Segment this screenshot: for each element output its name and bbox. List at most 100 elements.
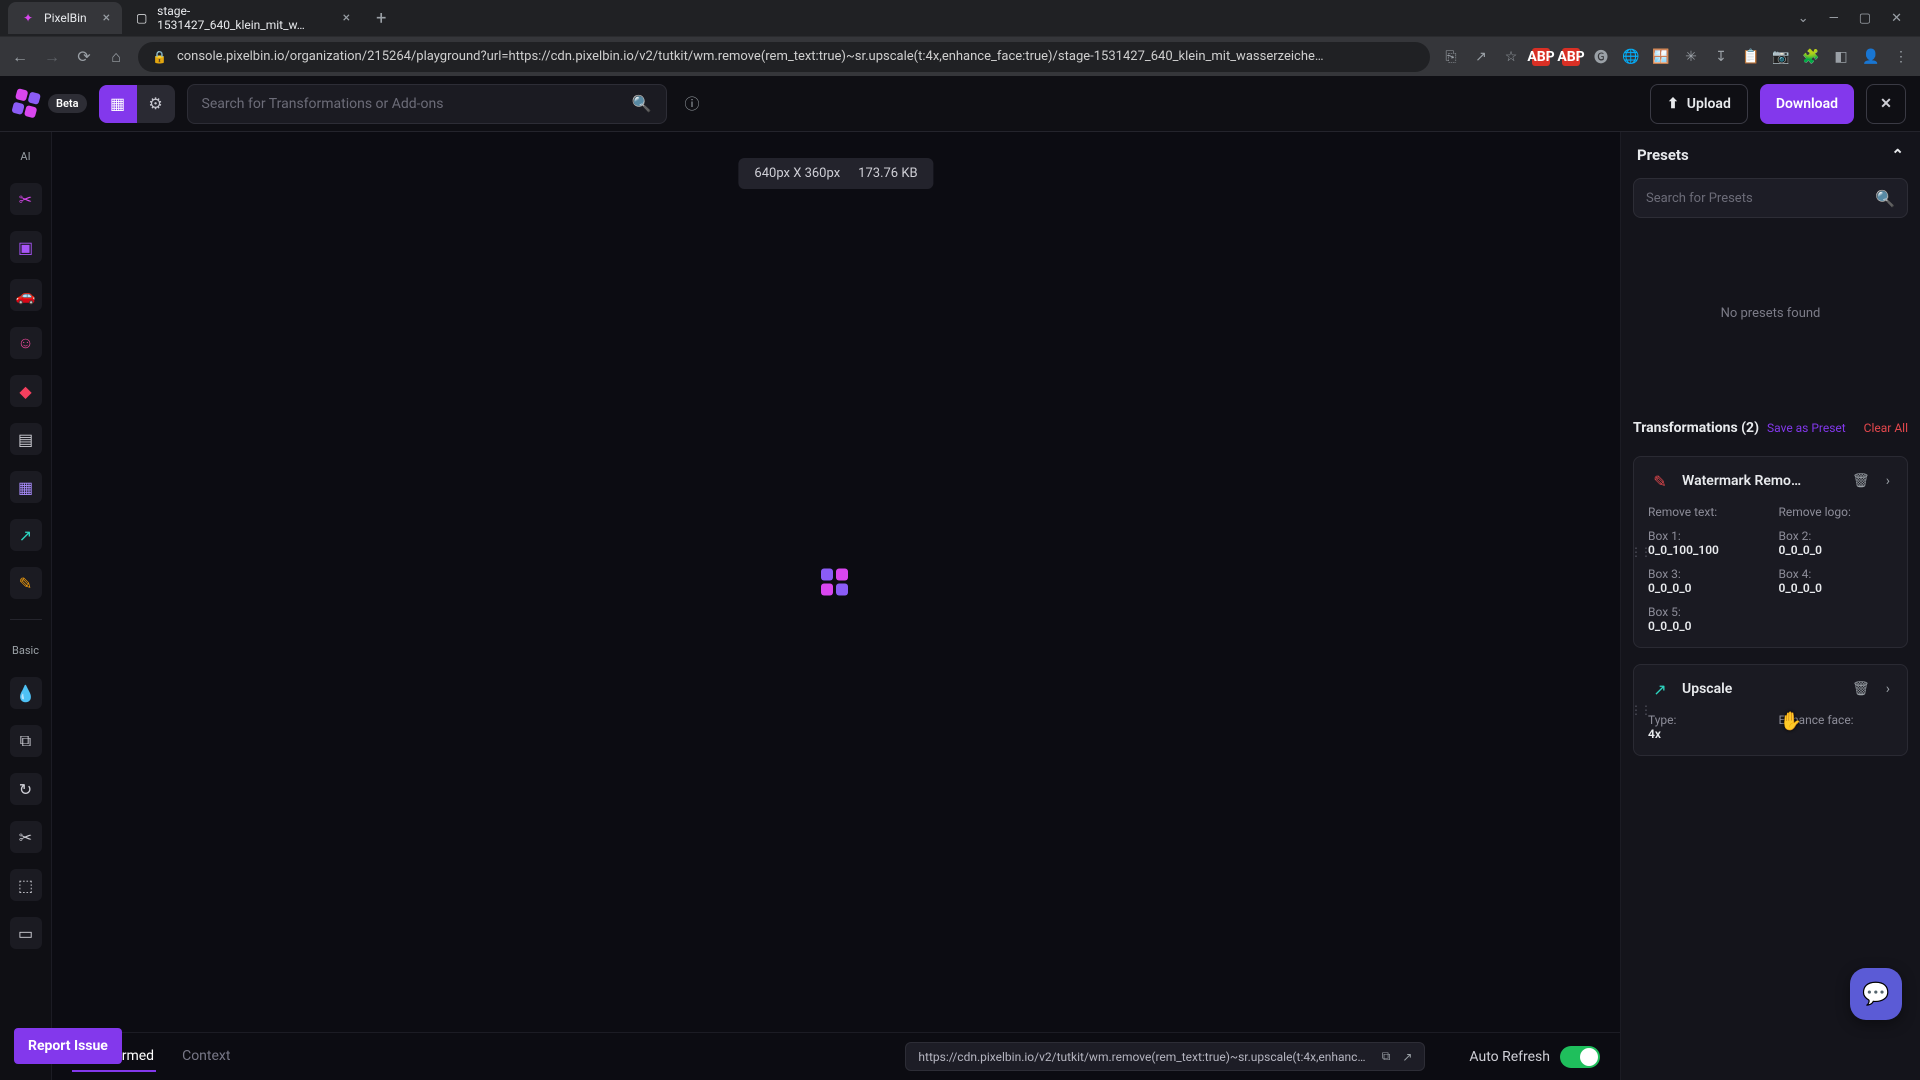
close-icon[interactable]: × — [343, 10, 350, 26]
abp-extension-icon[interactable]: ABP — [1532, 48, 1550, 66]
window-maximize-icon[interactable]: ▢ — [1859, 11, 1871, 26]
param-label: Box 3: — [1648, 567, 1763, 581]
download-button[interactable]: Download — [1760, 84, 1854, 124]
rail-tool-crop[interactable]: ✂ — [10, 821, 42, 853]
new-tab-button[interactable]: + — [368, 8, 394, 29]
rail-tool-rotate[interactable]: ↻ — [10, 773, 42, 805]
rail-tool-resize[interactable]: ⬚ — [10, 869, 42, 901]
rail-tool-watermark[interactable]: ✎ — [10, 567, 42, 599]
rail-tool-erase[interactable]: ✂ — [10, 183, 42, 215]
share-icon[interactable]: ↗ — [1472, 48, 1490, 66]
chevron-right-icon[interactable]: › — [1883, 473, 1893, 489]
rail-tool-blur[interactable]: 💧 — [10, 677, 42, 709]
settings-mode-button[interactable]: ⚙ — [137, 85, 175, 123]
rail-tool-bg[interactable]: ▣ — [10, 231, 42, 263]
copy-icon[interactable]: ⧉ — [1382, 1049, 1391, 1064]
upload-button[interactable]: ⬆ Upload — [1650, 84, 1748, 124]
transformations-title: Transformations (2) — [1633, 420, 1759, 436]
translate-icon[interactable]: ⎘ — [1442, 48, 1460, 66]
param-label: Box 1: — [1648, 529, 1763, 543]
delete-icon[interactable]: 🗑 — [1849, 473, 1873, 489]
extension-icon[interactable]: 🪟 — [1652, 48, 1670, 66]
tab-favicon: ▢ — [134, 10, 149, 26]
abp-extension-icon[interactable]: ABP — [1562, 48, 1580, 66]
search-icon[interactable]: 🔍 — [1875, 189, 1895, 208]
presets-title: Presets — [1637, 146, 1689, 164]
image-info-pill: 640px X 360px 173.76 KB — [738, 158, 933, 189]
param-label: Remove text: — [1648, 505, 1763, 519]
param-label: Box 2: — [1779, 529, 1894, 543]
beta-badge: Beta — [48, 94, 87, 113]
footer-tab-context[interactable]: Context — [180, 1042, 232, 1072]
clear-all-link[interactable]: Clear All — [1864, 421, 1908, 435]
rail-tool-format[interactable]: ▭ — [10, 917, 42, 949]
param-value: 0_0_0_0 — [1648, 581, 1763, 595]
chevron-down-icon[interactable]: ⌄ — [1798, 11, 1809, 26]
chat-fab-button[interactable]: 💬 — [1850, 968, 1902, 1020]
auto-refresh-toggle[interactable] — [1560, 1046, 1600, 1068]
watermark-icon: ✎ — [1648, 469, 1672, 493]
open-external-icon[interactable]: ↗ — [1402, 1050, 1412, 1064]
transformation-card-upscale[interactable]: ⋮⋮ ↗ Upscale 🗑 › Type:4x Enhance face: — [1633, 664, 1908, 756]
extension-icon[interactable]: 🅖 — [1592, 48, 1610, 66]
image-filesize: 173.76 KB — [858, 166, 917, 181]
info-icon[interactable]: ⓘ — [679, 93, 706, 114]
chevron-right-icon[interactable]: › — [1883, 681, 1893, 697]
rail-tool-enhance[interactable]: ▦ — [10, 471, 42, 503]
drag-handle-icon[interactable]: ⋮⋮ — [1630, 703, 1650, 717]
lock-icon: 🔒 — [152, 50, 167, 64]
extension-icon[interactable]: ↧ — [1712, 48, 1730, 66]
extension-icon[interactable]: 🌐 — [1622, 48, 1640, 66]
rail-group-basic-label: Basic — [12, 640, 39, 661]
presets-search-input[interactable] — [1646, 191, 1875, 206]
drag-handle-icon[interactable]: ⋮⋮ — [1630, 545, 1650, 559]
nav-forward-icon[interactable]: → — [42, 47, 62, 67]
search-icon[interactable]: 🔍 — [632, 94, 652, 113]
rail-tool-upscale[interactable]: ↗ — [10, 519, 42, 551]
delete-icon[interactable]: 🗑 — [1849, 681, 1873, 697]
close-icon[interactable]: × — [103, 10, 110, 26]
sidepanel-icon[interactable]: ◧ — [1832, 48, 1850, 66]
rail-tool-color[interactable]: ◆ — [10, 375, 42, 407]
nav-back-icon[interactable]: ← — [10, 47, 30, 67]
image-dimensions: 640px X 360px — [754, 166, 840, 181]
window-close-icon[interactable]: ✕ — [1891, 11, 1902, 26]
extension-icon[interactable]: ✳ — [1682, 48, 1700, 66]
param-value: 4x — [1648, 727, 1763, 741]
browser-tab-active[interactable]: ✦ PixelBin × — [8, 2, 122, 34]
rail-tool-face[interactable]: ☺ — [10, 327, 42, 359]
extension-icon[interactable]: 📷 — [1772, 48, 1790, 66]
rail-tool-layout[interactable]: ▤ — [10, 423, 42, 455]
loading-logo-icon — [821, 569, 851, 596]
param-label: Type: — [1648, 713, 1763, 727]
nav-home-icon[interactable]: ⌂ — [106, 47, 126, 67]
presets-empty-text: No presets found — [1621, 218, 1920, 408]
auto-refresh-label: Auto Refresh — [1469, 1049, 1550, 1065]
rail-tool-compress[interactable]: ⧉ — [10, 725, 42, 757]
param-label: Enhance face: — [1779, 713, 1894, 727]
kebab-menu-icon[interactable]: ⋮ — [1892, 48, 1910, 66]
url-text: console.pixelbin.io/organization/215264/… — [177, 49, 1416, 64]
download-label: Download — [1776, 96, 1838, 112]
browser-tab[interactable]: ▢ stage-1531427_640_klein_mit_w… × — [122, 2, 362, 34]
window-minimize-icon[interactable]: — — [1829, 11, 1839, 26]
transformation-name: Watermark Remo… — [1682, 473, 1839, 489]
transformation-card-watermark[interactable]: ⋮⋮ ✎ Watermark Remo… 🗑 › Remove text: Re… — [1633, 456, 1908, 648]
nav-reload-icon[interactable]: ⟳ — [74, 47, 94, 66]
transformation-search-input[interactable] — [202, 96, 632, 112]
extensions-menu-icon[interactable]: 🧩 — [1802, 48, 1820, 66]
app-logo[interactable]: Beta — [14, 91, 87, 117]
bookmark-icon[interactable]: ☆ — [1502, 48, 1520, 66]
save-as-preset-link[interactable]: Save as Preset — [1767, 421, 1846, 435]
close-panel-button[interactable]: ✕ — [1866, 84, 1906, 124]
address-bar[interactable]: 🔒 console.pixelbin.io/organization/21526… — [138, 42, 1430, 72]
rail-tool-object[interactable]: 🚗 — [10, 279, 42, 311]
tab-favicon: ✦ — [20, 10, 36, 26]
param-value: 0_0_0_0 — [1779, 581, 1894, 595]
extension-icon[interactable]: 📋 — [1742, 48, 1760, 66]
chevron-up-icon[interactable]: ⌃ — [1891, 146, 1904, 164]
report-issue-button[interactable]: Report Issue — [14, 1028, 122, 1064]
param-label: Box 4: — [1779, 567, 1894, 581]
profile-avatar-icon[interactable]: 👤 — [1862, 48, 1880, 66]
playground-mode-button[interactable]: ▦ — [99, 85, 137, 123]
